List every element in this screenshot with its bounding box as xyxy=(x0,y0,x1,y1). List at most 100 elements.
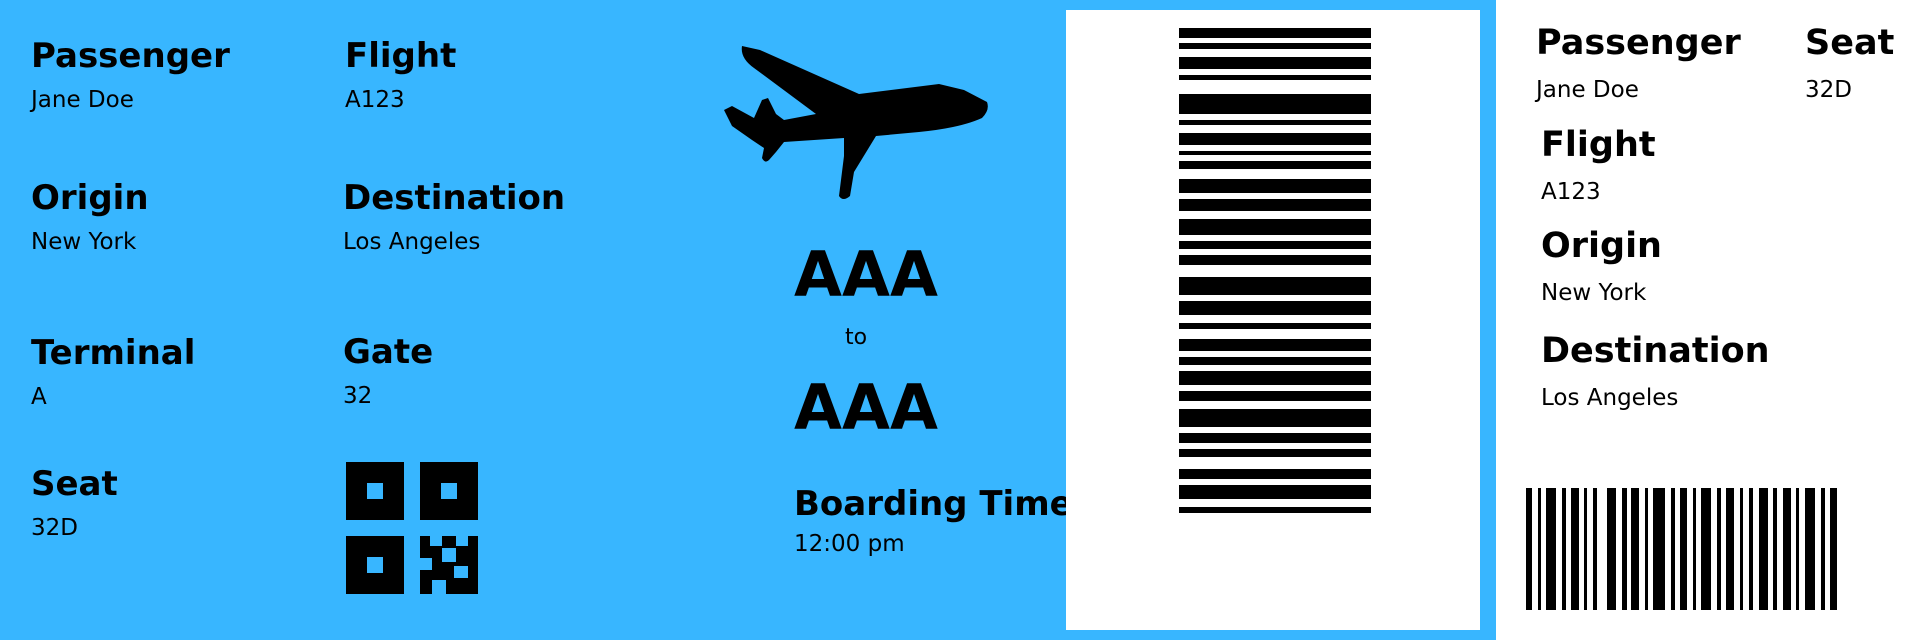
stub-barcode-bar xyxy=(1759,488,1768,610)
boarding-pass: Passenger Jane Doe Flight A123 Origin Ne… xyxy=(0,0,1920,640)
seat-field: Seat 32D xyxy=(31,467,118,540)
boarding-time-value: 12:00 pm xyxy=(794,531,905,557)
stub-destination-value: Los Angeles xyxy=(1541,385,1679,411)
terminal-label: Terminal xyxy=(31,333,196,373)
boarding-time-field: Boarding Time 12:00 pm xyxy=(794,487,1073,556)
stub-barcode-bar xyxy=(1607,488,1616,610)
stub-barcode-bar xyxy=(1562,488,1566,610)
stub-origin-value: New York xyxy=(1541,280,1647,306)
stub-destination-label: Destination xyxy=(1541,331,1770,371)
airplane-icon xyxy=(724,46,988,199)
terminal-field: Terminal A xyxy=(31,336,195,409)
barcode-bar xyxy=(1179,339,1371,351)
barcode-bar xyxy=(1179,433,1371,443)
stub-barcode-bar xyxy=(1701,488,1711,610)
origin-value: New York xyxy=(31,229,137,255)
stub-barcode-bar xyxy=(1671,488,1675,610)
flight-label: Flight xyxy=(345,36,457,76)
stub-barcode-bar xyxy=(1796,488,1799,610)
barcode-bar xyxy=(1179,357,1371,365)
stub-barcode-bar xyxy=(1584,488,1587,610)
barcode-bar xyxy=(1179,485,1371,499)
origin-field: Origin New York xyxy=(31,181,149,254)
stub-flight-value: A123 xyxy=(1541,179,1601,205)
main-ticket-section: Passenger Jane Doe Flight A123 Origin Ne… xyxy=(0,0,1496,640)
gate-label: Gate xyxy=(343,332,434,372)
destination-value: Los Angeles xyxy=(343,229,481,255)
terminal-value: A xyxy=(31,384,47,410)
stub-barcode-bar xyxy=(1680,488,1687,610)
origin-label: Origin xyxy=(31,178,149,218)
passenger-field: Passenger Jane Doe xyxy=(31,39,230,112)
stub-seat-value: 32D xyxy=(1805,77,1852,103)
barcode-bar xyxy=(1179,179,1371,193)
stub-seat-field: Seat 32D xyxy=(1805,26,1894,102)
stub-barcode-bar xyxy=(1726,488,1734,610)
barcode-bar xyxy=(1179,301,1371,315)
stub-passenger-field: Passenger Jane Doe xyxy=(1536,26,1741,102)
route-connector: to xyxy=(845,325,868,350)
stub-passenger-value: Jane Doe xyxy=(1536,77,1639,103)
stub-barcode-bar xyxy=(1653,488,1665,610)
barcode-bar xyxy=(1179,151,1371,155)
barcode xyxy=(1179,28,1371,513)
stub-barcode-bar xyxy=(1805,488,1815,610)
destination-label: Destination xyxy=(343,178,566,218)
barcode-bar xyxy=(1179,43,1371,49)
barcode-bar xyxy=(1179,120,1371,125)
stub-barcode-bar xyxy=(1783,488,1791,610)
stub-destination-field: Destination Los Angeles xyxy=(1541,334,1770,410)
barcode-bar xyxy=(1179,391,1371,401)
stub-barcode-bar xyxy=(1593,488,1597,610)
stub-barcode-bar xyxy=(1622,488,1627,610)
stub-barcode-bar xyxy=(1571,488,1579,610)
gate-value: 32 xyxy=(343,383,373,409)
barcode-bar xyxy=(1179,409,1371,427)
seat-value: 32D xyxy=(31,515,78,541)
origin-airport-code: AAA xyxy=(794,238,938,311)
stub-seat-label: Seat xyxy=(1805,23,1895,63)
barcode-bar xyxy=(1179,255,1371,265)
barcode-bar xyxy=(1179,323,1371,329)
stub-barcode-bar xyxy=(1546,488,1556,610)
flight-value: A123 xyxy=(345,87,405,113)
passenger-value: Jane Doe xyxy=(31,87,134,113)
stub-barcode-bar xyxy=(1821,488,1825,610)
barcode-bar xyxy=(1179,94,1371,114)
stub-barcode xyxy=(1526,488,1837,610)
stub-barcode-bar xyxy=(1749,488,1753,610)
barcode-panel xyxy=(1066,10,1480,630)
stub-barcode-bar xyxy=(1693,488,1696,610)
barcode-bar xyxy=(1179,57,1371,69)
qr-code xyxy=(346,462,478,594)
barcode-bar xyxy=(1179,75,1371,80)
barcode-bar xyxy=(1179,199,1371,211)
seat-label: Seat xyxy=(31,464,118,504)
gate-field: Gate 32 xyxy=(343,335,433,408)
barcode-bar xyxy=(1179,449,1371,457)
stub-barcode-bar xyxy=(1645,488,1648,610)
barcode-bar xyxy=(1179,161,1371,169)
stub-flight-label: Flight xyxy=(1541,125,1656,165)
stub-passenger-label: Passenger xyxy=(1536,23,1741,63)
stub-barcode-bar xyxy=(1631,488,1639,610)
barcode-bar xyxy=(1179,219,1371,235)
barcode-bar xyxy=(1179,507,1371,513)
boarding-time-label: Boarding Time xyxy=(794,484,1073,524)
barcode-bar xyxy=(1179,469,1371,479)
barcode-bar xyxy=(1179,28,1371,38)
destination-field: Destination Los Angeles xyxy=(343,181,565,254)
stub-barcode-bar xyxy=(1717,488,1721,610)
stub-origin-label: Origin xyxy=(1541,226,1662,266)
flight-field: Flight A123 xyxy=(345,39,456,112)
barcode-bar xyxy=(1179,371,1371,385)
barcode-bar xyxy=(1179,133,1371,145)
barcode-bar xyxy=(1179,241,1371,249)
stub-barcode-bar xyxy=(1830,488,1837,610)
stub-barcode-bar xyxy=(1740,488,1743,610)
destination-airport-code: AAA xyxy=(794,371,938,444)
stub-barcode-bar xyxy=(1538,488,1541,610)
stub-barcode-bar xyxy=(1773,488,1777,610)
passenger-label: Passenger xyxy=(31,36,230,76)
stub-flight-field: Flight A123 xyxy=(1541,128,1656,204)
